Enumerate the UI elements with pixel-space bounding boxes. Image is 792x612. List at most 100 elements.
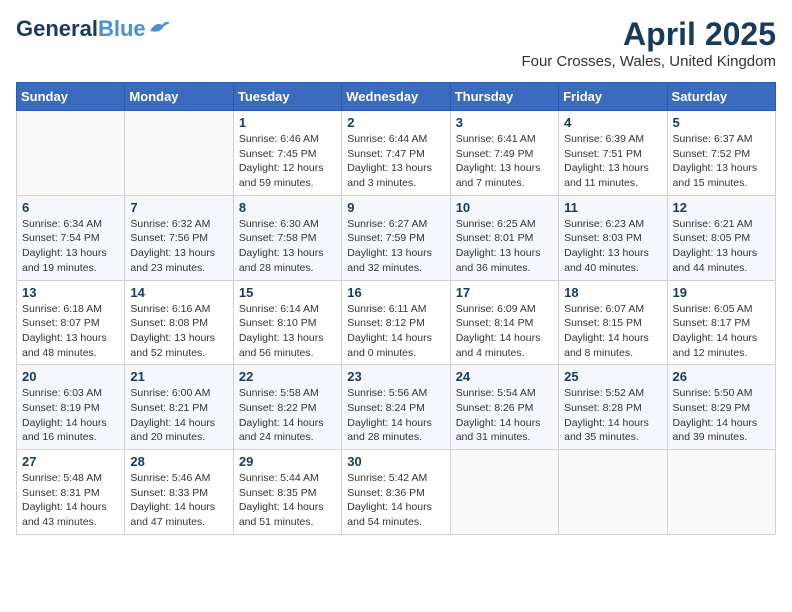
calendar-cell: [125, 111, 233, 196]
day-info: Sunrise: 6:30 AMSunset: 7:58 PMDaylight:…: [239, 217, 336, 276]
day-number: 24: [456, 369, 553, 384]
day-info: Sunrise: 6:00 AMSunset: 8:21 PMDaylight:…: [130, 386, 227, 445]
day-info: Sunrise: 5:46 AMSunset: 8:33 PMDaylight:…: [130, 471, 227, 530]
calendar-cell: [559, 450, 667, 535]
day-info: Sunrise: 6:27 AMSunset: 7:59 PMDaylight:…: [347, 217, 444, 276]
calendar-week-row: 27Sunrise: 5:48 AMSunset: 8:31 PMDayligh…: [17, 450, 776, 535]
day-info: Sunrise: 6:23 AMSunset: 8:03 PMDaylight:…: [564, 217, 661, 276]
day-number: 18: [564, 285, 661, 300]
calendar-table: SundayMondayTuesdayWednesdayThursdayFrid…: [16, 82, 776, 535]
calendar-cell: 19 Sunrise: 6:05 AMSunset: 8:17 PMDayligh…: [667, 280, 775, 365]
day-number: 26: [673, 369, 770, 384]
calendar-cell: 13Sunrise: 6:18 AMSunset: 8:07 PMDayligh…: [17, 280, 125, 365]
calendar-cell: 17 Sunrise: 6:09 AMSunset: 8:14 PMDayligh…: [450, 280, 558, 365]
calendar-week-row: 20Sunrise: 6:03 AMSunset: 8:19 PMDayligh…: [17, 365, 776, 450]
day-info: Sunrise: 6:14 AMSunset: 8:10 PMDaylight:…: [239, 302, 336, 361]
calendar-cell: 7 Sunrise: 6:32 AMSunset: 7:56 PMDaylight…: [125, 195, 233, 280]
day-info: Sunrise: 6:44 AMSunset: 7:47 PMDaylight:…: [347, 132, 444, 191]
calendar-cell: [450, 450, 558, 535]
page-title: April 2025: [521, 16, 776, 53]
calendar-cell: 26Sunrise: 5:50 AMSunset: 8:29 PMDayligh…: [667, 365, 775, 450]
title-block: April 2025 Four Crosses, Wales, United K…: [521, 16, 776, 70]
calendar-cell: 20Sunrise: 6:03 AMSunset: 8:19 PMDayligh…: [17, 365, 125, 450]
page-header: General Blue April 2025 Four Crosses, Wa…: [16, 16, 776, 70]
day-number: 5: [673, 115, 770, 130]
day-info: Sunrise: 5:44 AMSunset: 8:35 PMDaylight:…: [239, 471, 336, 530]
day-info: Sunrise: 6:37 AMSunset: 7:52 PMDaylight:…: [673, 132, 770, 191]
day-number: 6: [22, 200, 119, 215]
calendar-cell: 30Sunrise: 5:42 AMSunset: 8:36 PMDayligh…: [342, 450, 450, 535]
day-number: 11: [564, 200, 661, 215]
calendar-cell: 14 Sunrise: 6:16 AMSunset: 8:08 PMDayligh…: [125, 280, 233, 365]
day-number: 9: [347, 200, 444, 215]
calendar-cell: [667, 450, 775, 535]
day-info: Sunrise: 5:52 AMSunset: 8:28 PMDaylight:…: [564, 386, 661, 445]
calendar-header-row: SundayMondayTuesdayWednesdayThursdayFrid…: [17, 83, 776, 111]
calendar-cell: 21 Sunrise: 6:00 AMSunset: 8:21 PMDayligh…: [125, 365, 233, 450]
day-info: Sunrise: 5:54 AMSunset: 8:26 PMDaylight:…: [456, 386, 553, 445]
calendar-cell: 12 Sunrise: 6:21 AMSunset: 8:05 PMDayligh…: [667, 195, 775, 280]
day-number: 28: [130, 454, 227, 469]
day-number: 16: [347, 285, 444, 300]
day-number: 17: [456, 285, 553, 300]
day-info: Sunrise: 6:03 AMSunset: 8:19 PMDaylight:…: [22, 386, 119, 445]
day-info: Sunrise: 6:46 AMSunset: 7:45 PMDaylight:…: [239, 132, 336, 191]
calendar-cell: 4 Sunrise: 6:39 AMSunset: 7:51 PMDaylight…: [559, 111, 667, 196]
day-number: 22: [239, 369, 336, 384]
calendar-cell: 28 Sunrise: 5:46 AMSunset: 8:33 PMDayligh…: [125, 450, 233, 535]
day-info: Sunrise: 6:05 AMSunset: 8:17 PMDaylight:…: [673, 302, 770, 361]
day-info: Sunrise: 5:56 AMSunset: 8:24 PMDaylight:…: [347, 386, 444, 445]
day-number: 12: [673, 200, 770, 215]
day-info: Sunrise: 6:09 AMSunset: 8:14 PMDaylight:…: [456, 302, 553, 361]
calendar-cell: 25 Sunrise: 5:52 AMSunset: 8:28 PMDayligh…: [559, 365, 667, 450]
calendar-week-row: 1 Sunrise: 6:46 AMSunset: 7:45 PMDaylight…: [17, 111, 776, 196]
day-info: Sunrise: 6:39 AMSunset: 7:51 PMDaylight:…: [564, 132, 661, 191]
calendar-cell: 8Sunrise: 6:30 AMSunset: 7:58 PMDaylight…: [233, 195, 341, 280]
day-number: 25: [564, 369, 661, 384]
day-info: Sunrise: 6:07 AMSunset: 8:15 PMDaylight:…: [564, 302, 661, 361]
day-info: Sunrise: 6:16 AMSunset: 8:08 PMDaylight:…: [130, 302, 227, 361]
calendar-cell: 9 Sunrise: 6:27 AMSunset: 7:59 PMDaylight…: [342, 195, 450, 280]
weekday-header-sunday: Sunday: [17, 83, 125, 111]
day-number: 23: [347, 369, 444, 384]
page-subtitle: Four Crosses, Wales, United Kingdom: [521, 53, 776, 70]
day-info: Sunrise: 6:21 AMSunset: 8:05 PMDaylight:…: [673, 217, 770, 276]
logo-bird-icon: [148, 19, 170, 35]
calendar-cell: 3 Sunrise: 6:41 AMSunset: 7:49 PMDaylight…: [450, 111, 558, 196]
calendar-cell: 23 Sunrise: 5:56 AMSunset: 8:24 PMDayligh…: [342, 365, 450, 450]
day-number: 7: [130, 200, 227, 215]
calendar-cell: 18 Sunrise: 6:07 AMSunset: 8:15 PMDayligh…: [559, 280, 667, 365]
weekday-header-monday: Monday: [125, 83, 233, 111]
day-info: Sunrise: 5:42 AMSunset: 8:36 PMDaylight:…: [347, 471, 444, 530]
calendar-cell: 2 Sunrise: 6:44 AMSunset: 7:47 PMDaylight…: [342, 111, 450, 196]
day-number: 2: [347, 115, 444, 130]
day-number: 3: [456, 115, 553, 130]
day-info: Sunrise: 5:58 AMSunset: 8:22 PMDaylight:…: [239, 386, 336, 445]
calendar-cell: 11 Sunrise: 6:23 AMSunset: 8:03 PMDayligh…: [559, 195, 667, 280]
day-number: 1: [239, 115, 336, 130]
day-info: Sunrise: 6:25 AMSunset: 8:01 PMDaylight:…: [456, 217, 553, 276]
day-number: 27: [22, 454, 119, 469]
day-number: 19: [673, 285, 770, 300]
day-info: Sunrise: 6:32 AMSunset: 7:56 PMDaylight:…: [130, 217, 227, 276]
weekday-header-saturday: Saturday: [667, 83, 775, 111]
day-number: 21: [130, 369, 227, 384]
calendar-cell: 5 Sunrise: 6:37 AMSunset: 7:52 PMDaylight…: [667, 111, 775, 196]
calendar-cell: 24 Sunrise: 5:54 AMSunset: 8:26 PMDayligh…: [450, 365, 558, 450]
calendar-cell: 22 Sunrise: 5:58 AMSunset: 8:22 PMDayligh…: [233, 365, 341, 450]
calendar-cell: 29Sunrise: 5:44 AMSunset: 8:35 PMDayligh…: [233, 450, 341, 535]
logo-blue: Blue: [98, 16, 146, 42]
day-info: Sunrise: 6:41 AMSunset: 7:49 PMDaylight:…: [456, 132, 553, 191]
day-number: 14: [130, 285, 227, 300]
calendar-cell: [17, 111, 125, 196]
day-info: Sunrise: 6:18 AMSunset: 8:07 PMDaylight:…: [22, 302, 119, 361]
day-info: Sunrise: 6:34 AMSunset: 7:54 PMDaylight:…: [22, 217, 119, 276]
calendar-cell: 15 Sunrise: 6:14 AMSunset: 8:10 PMDayligh…: [233, 280, 341, 365]
weekday-header-thursday: Thursday: [450, 83, 558, 111]
day-number: 4: [564, 115, 661, 130]
weekday-header-wednesday: Wednesday: [342, 83, 450, 111]
day-number: 15: [239, 285, 336, 300]
day-number: 10: [456, 200, 553, 215]
day-info: Sunrise: 6:11 AMSunset: 8:12 PMDaylight:…: [347, 302, 444, 361]
weekday-header-friday: Friday: [559, 83, 667, 111]
